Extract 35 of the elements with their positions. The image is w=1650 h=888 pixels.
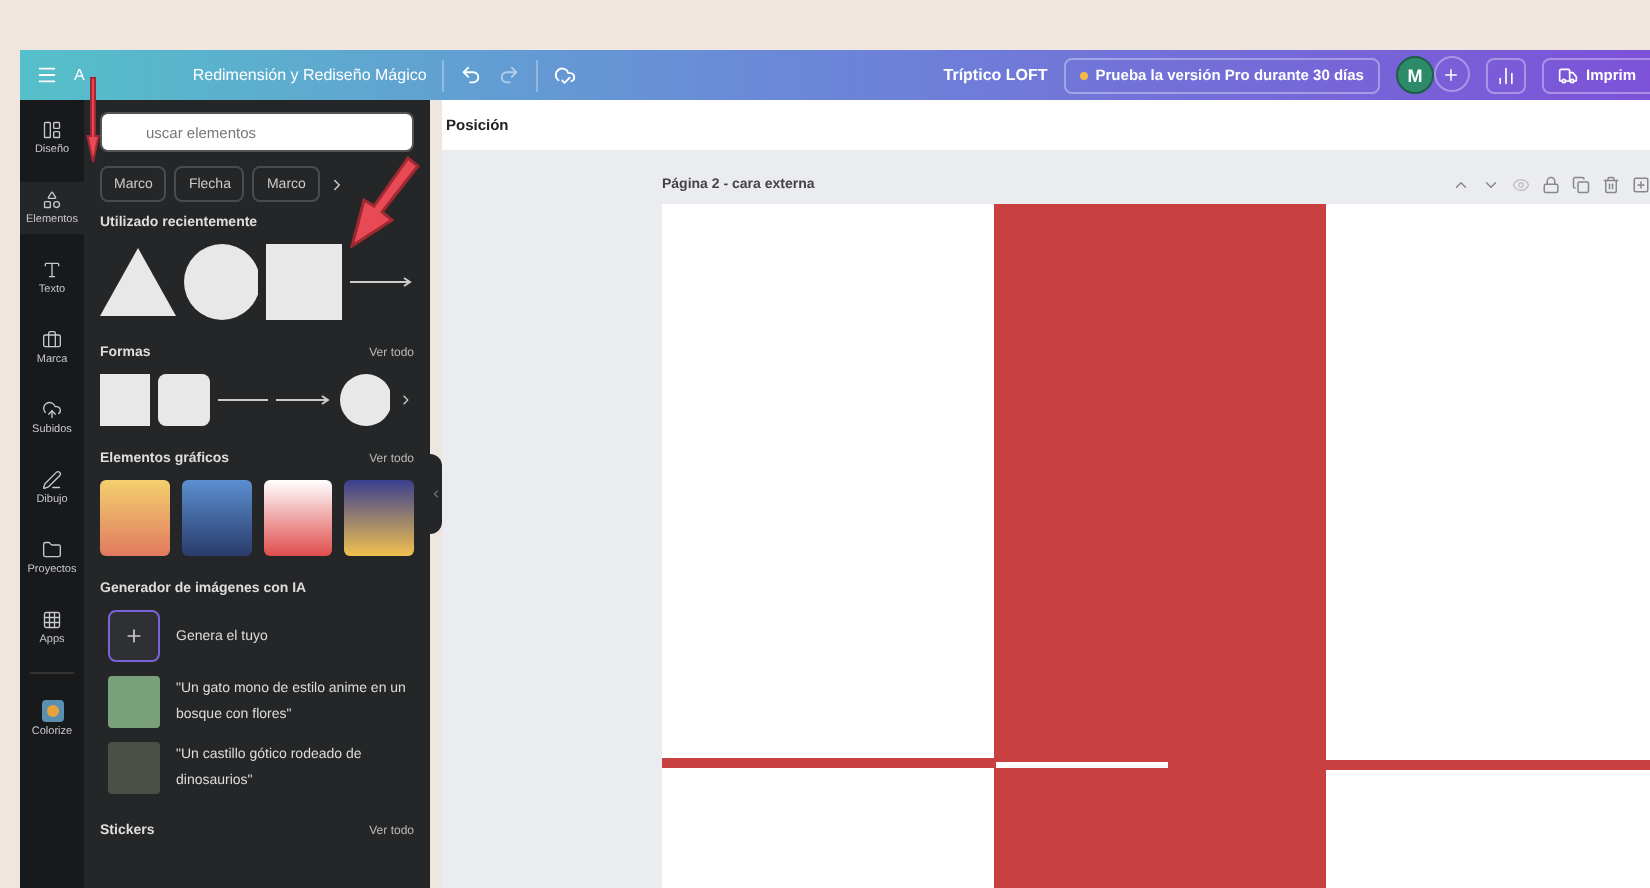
layout-icon — [42, 120, 62, 140]
collapse-handle[interactable] — [430, 454, 442, 534]
pointer-arrow — [348, 156, 420, 248]
lock-icon[interactable] — [1542, 175, 1560, 193]
analytics-button[interactable] — [1485, 57, 1526, 93]
shapes-icon — [42, 190, 62, 210]
arrow-shape[interactable] — [350, 276, 414, 288]
redo-icon[interactable] — [498, 64, 521, 86]
app-icon — [41, 699, 63, 721]
arrow-shape[interactable] — [276, 394, 332, 406]
trash-icon[interactable] — [1602, 175, 1620, 193]
briefcase-icon — [42, 330, 62, 350]
grid-icon — [42, 610, 62, 630]
folder-icon — [42, 540, 62, 560]
line-shape[interactable] — [217, 396, 269, 404]
copy-icon[interactable] — [1572, 175, 1590, 193]
user-avatar[interactable]: M — [1395, 56, 1434, 94]
bar-chart-icon — [1495, 65, 1516, 85]
triangle-shape[interactable] — [100, 248, 176, 316]
chevron-right-icon[interactable] — [398, 392, 414, 408]
add-button[interactable] — [1433, 56, 1470, 92]
pen-icon — [42, 470, 62, 490]
cloud-saved-icon[interactable] — [554, 64, 577, 86]
illustration-placeholder[interactable] — [263, 480, 333, 556]
cloud-upload-icon — [42, 400, 62, 420]
document-name[interactable]: Tríptico LOFT — [943, 66, 1048, 84]
add-page-icon[interactable] — [1632, 175, 1650, 193]
generate-button[interactable] — [108, 610, 160, 662]
truck-icon — [1557, 65, 1578, 85]
pointer-arrow — [85, 76, 99, 164]
text-icon — [42, 260, 62, 280]
plus-icon — [124, 626, 144, 646]
undo-icon[interactable] — [460, 64, 483, 86]
plus-icon — [1442, 65, 1461, 83]
menu-icon[interactable] — [36, 64, 58, 86]
